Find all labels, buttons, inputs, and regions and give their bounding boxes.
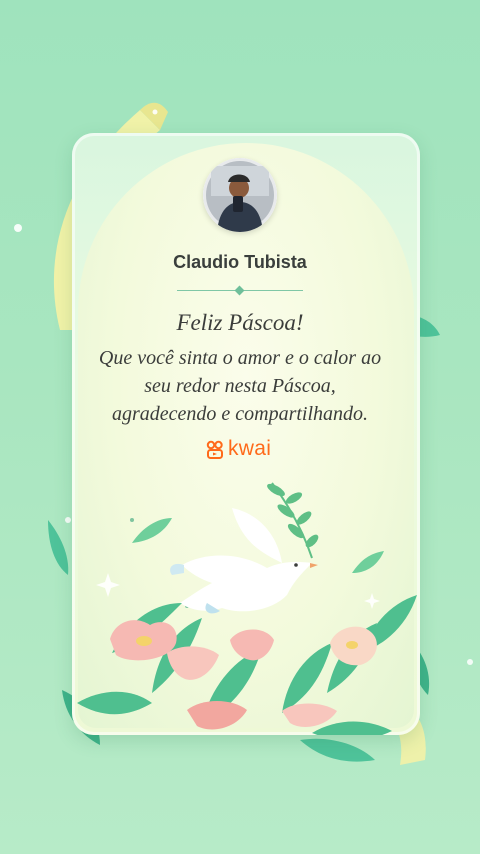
greeting-line: Que você sinta o amor e o calor ao	[98, 347, 382, 369]
dove-illustration	[170, 508, 318, 614]
greeting-message: Que você sinta o amor e o calor ao seu r…	[70, 344, 410, 428]
kwai-logo-icon	[206, 440, 223, 459]
brand-name: kwai	[228, 437, 272, 460]
avatar-photo	[203, 158, 277, 232]
greeting-title: Feliz Páscoa!	[176, 310, 304, 335]
kwai-brand: kwai	[206, 437, 276, 463]
greeting-line: seu redor nesta Páscoa,	[144, 375, 336, 397]
user-name: Claudio Tubista	[173, 252, 307, 272]
greeting-line: agradecendo e compartilhando.	[111, 403, 369, 425]
avatar[interactable]	[203, 158, 277, 232]
